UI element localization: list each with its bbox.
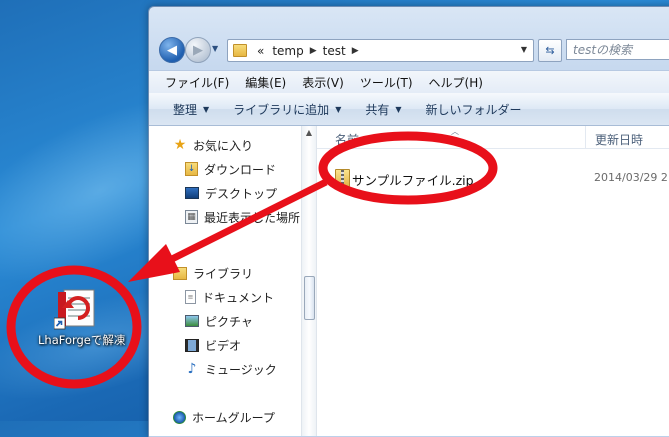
menu-bar: ファイル(F) 編集(E) 表示(V) ツール(T) ヘルプ(H): [149, 70, 669, 94]
address-bar[interactable]: « temp ▶ test ▶ ▼: [227, 39, 534, 62]
new-folder-button[interactable]: 新しいフォルダー: [414, 101, 534, 118]
nav-item-documents[interactable]: ≡ ドキュメント: [185, 287, 274, 307]
downloads-folder-icon: ↓: [185, 162, 198, 176]
lhaforge-icon: [54, 289, 95, 330]
star-icon: ★: [173, 137, 187, 153]
explorer-window: ◀ ▶ ▼ « temp ▶ test ▶ ▼ ⇆ testの検索 ファイル(F…: [148, 6, 669, 437]
file-row[interactable]: サンプルファイル.zip 2014/03/29 2: [317, 167, 669, 189]
organize-button[interactable]: 整理 ▼: [149, 101, 221, 118]
scroll-up-icon[interactable]: ▲: [302, 128, 316, 137]
refresh-icon[interactable]: ⇆: [538, 39, 562, 62]
file-name[interactable]: サンプルファイル.zip: [352, 170, 474, 189]
column-divider[interactable]: [585, 126, 586, 148]
share-button[interactable]: 共有 ▼: [353, 101, 413, 118]
add-to-library-button[interactable]: ライブラリに追加 ▼: [221, 101, 353, 118]
desktop-icon-label: LhaForgeで解凍: [38, 333, 126, 347]
menu-edit[interactable]: 編集(E): [237, 74, 294, 91]
recent-places-icon: ▦: [185, 210, 198, 224]
navigation-bar: ◀ ▶ ▼ « temp ▶ test ▶ ▼ ⇆ testの検索: [157, 35, 669, 65]
breadcrumb-temp[interactable]: temp: [272, 44, 303, 58]
folder-icon: [233, 44, 247, 57]
column-date-header[interactable]: 更新日時: [595, 131, 643, 148]
homegroup-icon: [173, 410, 186, 424]
breadcrumb-chevron-icon[interactable]: ▶: [310, 46, 317, 56]
lhaforge-desktop-shortcut[interactable]: LhaForgeで解凍: [38, 278, 126, 353]
music-note-icon: ♪: [187, 361, 197, 377]
nav-item-music[interactable]: ♪ ミュージック: [185, 359, 277, 379]
nav-item-desktop[interactable]: デスクトップ: [185, 183, 277, 203]
breadcrumb-test[interactable]: test: [323, 44, 346, 58]
nav-item-downloads[interactable]: ↓ ダウンロード: [185, 159, 276, 179]
column-name-header[interactable]: 名前: [335, 131, 359, 148]
forward-arrow-icon[interactable]: ▶: [185, 37, 211, 63]
navigation-pane: ★ お気に入り ↓ ダウンロード デスクトップ ▦ 最近表示した場所 ライブラリ…: [149, 126, 302, 436]
desktop-icon: [185, 187, 199, 199]
sort-ascending-icon: ︿: [451, 127, 459, 136]
nav-item-libraries[interactable]: ライブラリ: [173, 263, 253, 283]
file-list: 名前 ︿ 更新日時 サンプルファイル.zip 2014/03/29 2: [317, 126, 669, 436]
navigation-pane-scrollbar[interactable]: ▲: [301, 126, 317, 436]
film-icon: [185, 338, 199, 352]
menu-help[interactable]: ヘルプ(H): [421, 74, 491, 91]
nav-item-recent[interactable]: ▦ 最近表示した場所: [185, 207, 300, 227]
scrollbar-thumb[interactable]: [304, 276, 315, 320]
nav-item-pictures[interactable]: ピクチャ: [185, 311, 253, 331]
picture-icon: [185, 315, 199, 327]
menu-file[interactable]: ファイル(F): [149, 74, 237, 91]
column-header-row: 名前 ︿ 更新日時: [317, 126, 669, 149]
nav-item-favorites[interactable]: ★ お気に入り: [173, 135, 253, 155]
back-arrow-icon[interactable]: ◀: [159, 37, 185, 63]
address-dropdown-icon[interactable]: ▼: [521, 45, 527, 54]
command-bar: 整理 ▼ ライブラリに追加 ▼ 共有 ▼ 新しいフォルダー: [149, 93, 669, 126]
nav-item-homegroup[interactable]: ホームグループ: [173, 407, 275, 427]
recent-pages-dropdown-icon[interactable]: ▼: [212, 44, 218, 53]
chevron-down-icon: ▼: [395, 104, 402, 114]
search-input[interactable]: testの検索: [566, 39, 669, 60]
libraries-icon: [173, 266, 187, 280]
chevron-down-icon: ▼: [335, 104, 342, 114]
zip-folder-icon: [335, 169, 350, 187]
file-modified-date: 2014/03/29 2: [594, 171, 668, 184]
menu-tools[interactable]: ツール(T): [352, 74, 421, 91]
breadcrumb-overflow[interactable]: «: [257, 44, 264, 58]
menu-view[interactable]: 表示(V): [294, 74, 352, 91]
document-icon: ≡: [185, 290, 196, 304]
nav-item-videos[interactable]: ビデオ: [185, 335, 241, 355]
breadcrumb-chevron-icon[interactable]: ▶: [352, 46, 359, 56]
chevron-down-icon: ▼: [203, 104, 210, 114]
